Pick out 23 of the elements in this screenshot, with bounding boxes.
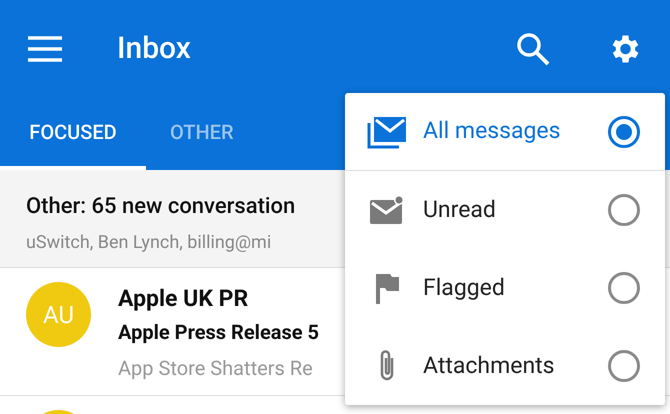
menu-item[interactable]: All messages [345, 93, 665, 171]
radio-button[interactable] [607, 114, 641, 148]
preview: App Store Shatters Re [118, 354, 314, 382]
radio-button[interactable] [607, 271, 641, 305]
envelope-dot-icon [369, 195, 405, 225]
radio-button[interactable] [607, 349, 641, 383]
radio-button[interactable] [607, 193, 641, 227]
banner-senders: uSwitch, Ben Lynch, billing@mi [26, 231, 272, 255]
menu-label: Attachments [423, 350, 556, 381]
banner-title: Other: 65 new conversation [26, 193, 296, 221]
menu-icon[interactable] [28, 36, 62, 62]
avatar: AU [26, 282, 91, 347]
subject: Apple Press Release 5 [118, 318, 319, 346]
menu-item[interactable]: Attachments [345, 327, 665, 405]
menu-item[interactable]: Unread [345, 171, 665, 249]
search-icon[interactable] [516, 32, 550, 66]
menu-label: Flagged [423, 272, 506, 303]
menu-label: All messages [423, 116, 562, 146]
flag-icon [374, 272, 400, 304]
envelope-stack-icon [367, 114, 407, 148]
menu-label: Unread [423, 194, 497, 225]
sender: Apple UK PR [118, 284, 250, 314]
app-title: Inbox [117, 30, 191, 68]
